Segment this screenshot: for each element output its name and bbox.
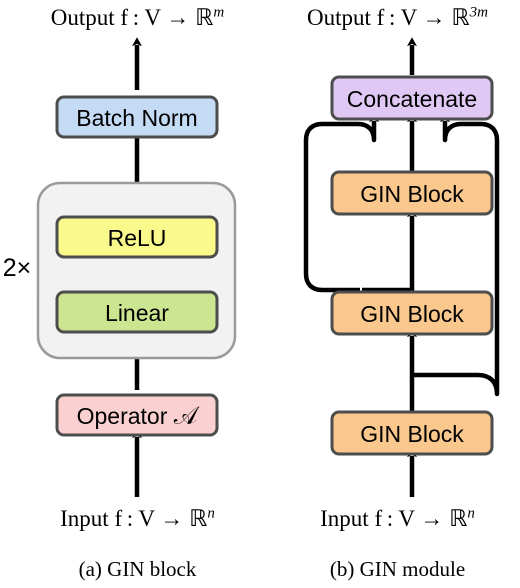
repeat-count-label: 2× — [2, 254, 32, 282]
node-gin-block-2-label: GIN Block — [360, 301, 464, 327]
node-operator-math: 𝒜 — [173, 403, 198, 430]
node-gin-block-3-label: GIN Block — [360, 181, 464, 207]
node-relu-label: ReLU — [107, 225, 167, 251]
panel-a-caption: (a) GIN block — [78, 557, 197, 581]
node-operator-text: Operator — [76, 403, 168, 429]
panel-b-input-superscript: n — [467, 505, 475, 522]
skip-connection-ginblock1-to-concat — [412, 113, 500, 397]
panel-a-input-text: Input f : V → ℝ — [60, 506, 208, 531]
panel-b-output-superscript: 3m — [469, 4, 488, 21]
panel-b-output-text: Output f : V → ℝ — [307, 5, 470, 30]
node-operator-label: Operator 𝒜 — [57, 397, 217, 437]
panel-a-output-label: Output f : V → ℝm — [0, 4, 275, 31]
panel-a-input-label: Input f : V → ℝn — [0, 505, 275, 532]
node-gin-block-1-label: GIN Block — [360, 421, 464, 447]
panel-a-input-superscript: n — [207, 505, 215, 522]
panel-b-output-label: Output f : V → ℝ3m — [275, 4, 520, 31]
node-linear-label: Linear — [105, 300, 169, 326]
node-batch-norm-label: Batch Norm — [76, 105, 198, 131]
panel-a-output-superscript: m — [213, 4, 225, 21]
panel-a-output-text: Output f : V → ℝ — [50, 5, 214, 30]
figure-gin-architecture: Output f : V → ℝm Batch Norm 2× ReLU Lin… — [0, 0, 520, 588]
node-concatenate-label: Concatenate — [346, 86, 478, 112]
panel-b-input-text: Input f : V → ℝ — [320, 506, 468, 531]
panel-b-caption: (b) GIN module — [329, 557, 466, 581]
panel-b-input-label: Input f : V → ℝn — [275, 505, 520, 532]
